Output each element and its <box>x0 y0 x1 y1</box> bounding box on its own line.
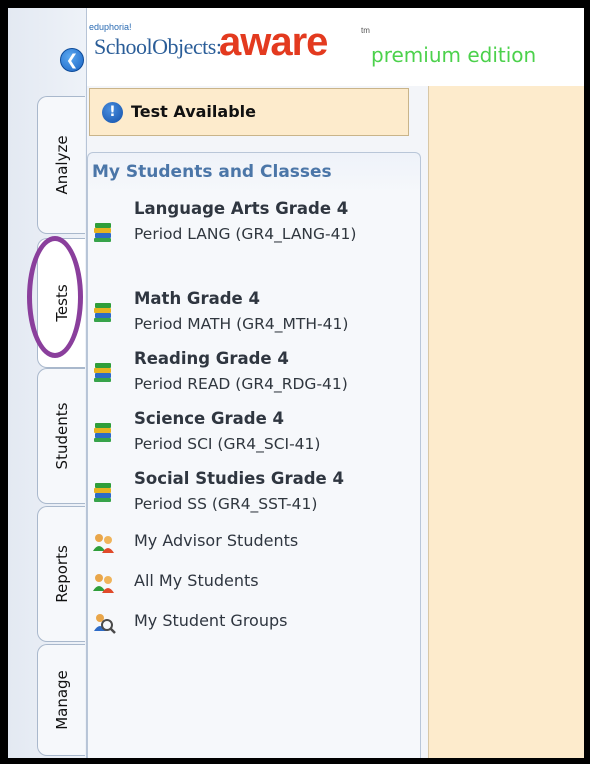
back-arrow-icon[interactable]: ❮ <box>60 48 84 72</box>
advisor-students-icon <box>93 534 114 553</box>
list-title: My Students and Classes <box>92 162 332 182</box>
app-header: eduphoria! SchoolObjects: aware tm premi… <box>87 8 584 88</box>
edition-label: premium edition <box>371 43 537 67</box>
tab-manage-label: Manage <box>52 670 71 730</box>
info-icon: ! <box>102 102 123 123</box>
class-item-language-arts[interactable]: Language Arts Grade 4 Period LANG (GR4_L… <box>88 199 422 269</box>
book-stack-icon <box>94 483 111 502</box>
logo-eduphoria: eduphoria! <box>89 22 132 32</box>
tab-students-label: Students <box>52 402 71 470</box>
logo-trademark: tm <box>361 26 370 35</box>
class-item-science[interactable]: Science Grade 4 Period SCI (GR4_SCI-41) <box>88 409 422 459</box>
tab-reports[interactable]: Reports <box>37 506 85 642</box>
tab-reports-label: Reports <box>52 545 71 603</box>
tab-manage[interactable]: Manage <box>37 644 85 756</box>
class-period: Period SCI (GR4_SCI-41) <box>134 435 321 453</box>
group-label: All My Students <box>134 571 259 590</box>
class-name: Math Grade 4 <box>134 289 260 308</box>
test-available-banner[interactable]: ! Test Available <box>89 88 409 136</box>
tab-analyze-label: Analyze <box>52 135 71 195</box>
class-period: Period READ (GR4_RDG-41) <box>134 375 348 393</box>
group-item-all-students[interactable]: All My Students <box>88 571 422 597</box>
group-label: My Student Groups <box>134 611 288 630</box>
students-classes-list: My Students and Classes Language Arts Gr… <box>87 152 421 758</box>
group-label: My Advisor Students <box>134 531 299 550</box>
vertical-tab-strip: ❮ Analyze Tests Students Reports Manage <box>8 8 87 758</box>
tab-analyze[interactable]: Analyze <box>37 96 85 234</box>
class-item-reading[interactable]: Reading Grade 4 Period READ (GR4_RDG-41) <box>88 349 422 399</box>
group-item-advisor-students[interactable]: My Advisor Students <box>88 531 422 557</box>
class-name: Reading Grade 4 <box>134 349 289 368</box>
class-name: Social Studies Grade 4 <box>134 469 344 488</box>
book-stack-icon <box>94 363 111 382</box>
class-item-social-studies[interactable]: Social Studies Grade 4 Period SS (GR4_SS… <box>88 469 422 519</box>
left-panel: ! Test Available My Students and Classes… <box>87 86 428 758</box>
logo-aware: aware <box>219 20 328 64</box>
student-groups-icon <box>94 614 116 634</box>
book-stack-icon <box>94 303 111 322</box>
class-name: Language Arts Grade 4 <box>134 199 349 218</box>
class-name: Science Grade 4 <box>134 409 285 428</box>
class-item-math[interactable]: Math Grade 4 Period MATH (GR4_MTH-41) <box>88 289 422 339</box>
all-students-icon <box>93 574 114 593</box>
class-period: Period LANG (GR4_LANG-41) <box>134 225 357 243</box>
class-period: Period SS (GR4_SST-41) <box>134 495 318 513</box>
group-item-student-groups[interactable]: My Student Groups <box>88 611 422 637</box>
tab-students[interactable]: Students <box>37 368 85 504</box>
book-stack-icon <box>94 223 111 242</box>
book-stack-icon <box>94 423 111 442</box>
class-period: Period MATH (GR4_MTH-41) <box>134 315 349 333</box>
logo-schoolobjects: SchoolObjects: <box>94 34 222 59</box>
banner-text: Test Available <box>131 102 256 121</box>
tests-tab-highlight-circle <box>27 236 83 358</box>
main-content-area <box>428 86 584 758</box>
